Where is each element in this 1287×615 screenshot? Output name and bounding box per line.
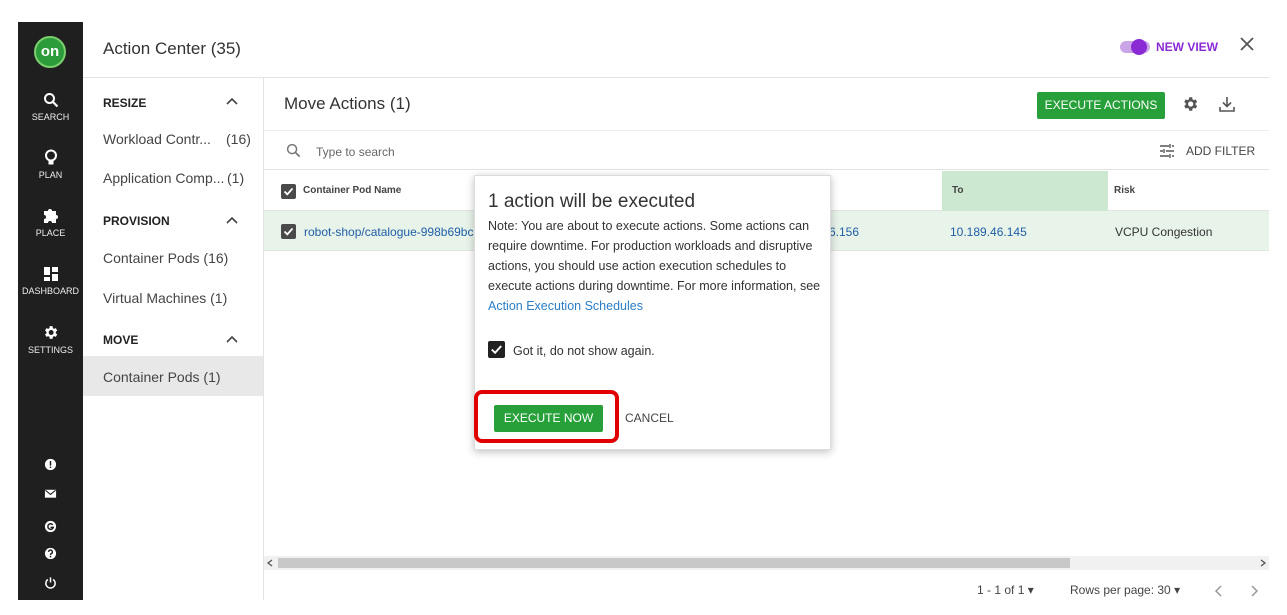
chevron-up-icon[interactable] [226,97,238,105]
rows-per-page-select[interactable]: Rows per page: 30 ▾ [1070,583,1180,597]
close-icon[interactable] [1239,36,1255,52]
dashboard-icon [43,267,58,281]
sidebar: RESIZE Workload Contr... (16) Applicatio… [83,78,264,600]
action-execution-schedules-link[interactable]: Action Execution Schedules [488,299,643,313]
check-icon [491,345,502,355]
search-icon [286,143,301,158]
gear-icon[interactable] [1181,95,1199,113]
puzzle-icon [43,209,58,223]
do-not-show-label: Got it, do not show again. [513,344,655,358]
app-logo[interactable]: on [34,36,66,68]
nav-plan[interactable]: PLAN [18,149,83,180]
highlight-annotation [474,390,619,443]
sidebar-item-label: Virtual Machines [103,290,207,306]
sidebar-item-application-components[interactable]: Application Comp... [103,170,224,186]
pagination-text: 1 - 1 of 1 [977,583,1025,597]
nav-search[interactable]: SEARCH [18,92,83,122]
to-column-highlight [942,171,1108,211]
gear-icon [45,326,58,339]
column-header-to[interactable]: To [952,185,963,196]
section-resize[interactable]: RESIZE [103,96,146,110]
search-icon [43,93,58,108]
help-icon[interactable] [44,547,57,560]
left-nav: on SEARCH PLAN PLACE DASHBOARD SETTINGS [18,22,83,600]
sidebar-item-virtual-machines[interactable]: Virtual Machines (1) [103,290,227,306]
sidebar-item-count: (1) [203,369,221,385]
filter-icon[interactable] [1159,143,1175,159]
sidebar-item-count: (1) [227,170,245,186]
nav-dashboard-label: DASHBOARD [21,286,79,296]
from-value: 6.156 [829,225,860,239]
horizontal-scrollbar[interactable] [264,556,1269,570]
dialog-title: 1 action will be executed [488,191,696,212]
download-icon[interactable] [1218,95,1236,113]
mail-icon[interactable] [44,487,57,500]
nav-dashboard[interactable]: DASHBOARD [18,266,83,296]
next-page-icon[interactable] [1249,585,1259,597]
scroll-left-icon[interactable] [266,559,274,567]
search-input[interactable] [316,142,616,162]
dialog-note-text: Note: You are about to execute actions. … [488,219,821,293]
risk-value: VCPU Congestion [1115,225,1213,239]
nav-place-label: PLACE [35,228,66,238]
nav-plan-label: PLAN [38,170,63,180]
scroll-right-icon[interactable] [1259,559,1267,567]
column-header-risk[interactable]: Risk [1114,185,1135,196]
prev-page-icon[interactable] [1214,585,1224,597]
sidebar-item-label: Container Pods [103,250,200,266]
lightbulb-icon [44,149,57,165]
column-header-pod-name[interactable]: Container Pod Name [303,185,401,196]
nav-settings[interactable]: SETTINGS [18,324,83,355]
cancel-button[interactable]: CANCEL [625,411,674,425]
row-checkbox[interactable] [281,224,296,239]
sidebar-item-count: (1) [210,290,228,306]
pagination-range[interactable]: 1 - 1 of 1 ▾ [977,583,1034,597]
check-icon [283,187,294,196]
pod-name-link[interactable]: robot-shop/catalogue-998b69bc9 [304,225,480,239]
new-view-label: NEW VIEW [1156,40,1218,54]
header: Action Center (35) NEW VIEW [83,22,1269,78]
sidebar-item-label: Container Pods [103,369,200,385]
to-value: 10.189.46.145 [950,225,1027,239]
select-all-checkbox[interactable] [281,184,296,199]
execute-actions-button[interactable]: EXECUTE ACTIONS [1037,92,1165,119]
power-icon[interactable] [44,576,57,589]
chevron-up-icon[interactable] [226,216,238,224]
sidebar-item-provision-container-pods[interactable]: Container Pods (16) [103,250,228,266]
sidebar-item-count: (16) [203,250,229,266]
sidebar-item-move-container-pods[interactable]: Container Pods (1) [103,369,221,385]
nav-settings-label: SETTINGS [27,345,73,355]
g-icon[interactable] [44,520,57,533]
nav-place[interactable]: PLACE [18,207,83,238]
check-icon [283,227,294,236]
page-title: Action Center (35) [103,39,241,58]
dialog-note: Note: You are about to execute actions. … [488,216,824,316]
toggle-knob[interactable] [1131,39,1147,55]
section-provision[interactable]: PROVISION [103,214,170,228]
chevron-up-icon[interactable] [226,335,238,343]
do-not-show-checkbox[interactable] [488,341,505,358]
panel-title: Move Actions (1) [284,94,411,113]
search-bar: ADD FILTER [264,130,1269,170]
add-filter-button[interactable]: ADD FILTER [1186,144,1255,158]
section-move[interactable]: MOVE [103,333,138,347]
sidebar-item-workload-controllers[interactable]: Workload Contr... [103,131,211,147]
rows-per-page-text: Rows per page: 30 [1070,583,1171,597]
sidebar-item-count: (16) [226,131,251,147]
nav-search-label: SEARCH [31,112,70,122]
scrollbar-thumb[interactable] [278,558,1070,568]
alert-icon[interactable] [44,458,57,471]
